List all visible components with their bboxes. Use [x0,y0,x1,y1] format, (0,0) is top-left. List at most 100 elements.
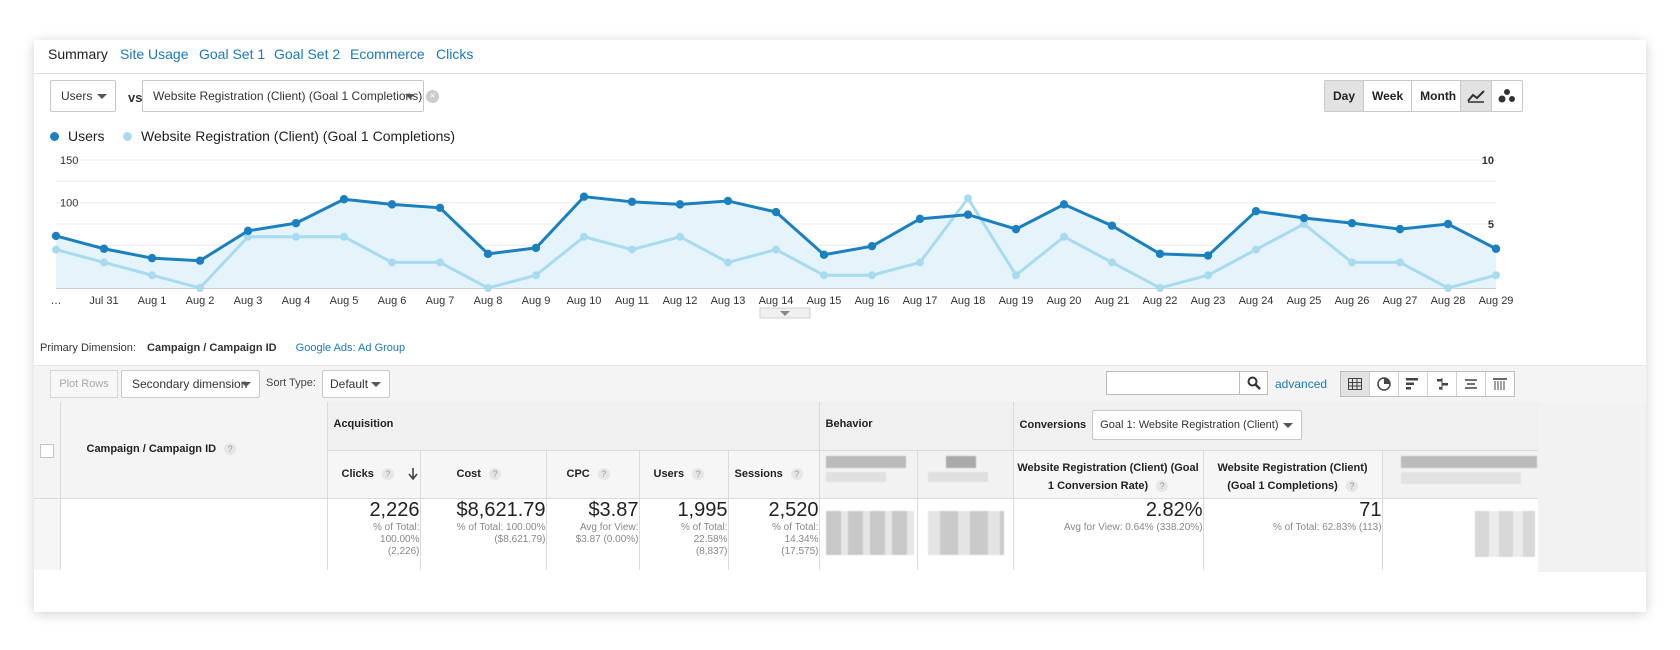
tab-clicks[interactable]: Clicks [436,46,473,62]
week-button[interactable]: Week [1364,81,1413,111]
cost-header-label: Cost [456,467,481,480]
pie-view-icon[interactable] [1370,372,1399,396]
plot-rows-button[interactable]: Plot Rows [50,370,118,398]
table-header-groups: Campaign / Campaign ID? Acquisition Beha… [34,402,1539,499]
goal-select[interactable]: Goal 1: Website Registration (Client) [1092,410,1303,440]
cost-header[interactable]: Cost? [420,450,547,499]
pivot-view-icon[interactable] [1486,372,1514,396]
users-point [387,200,397,209]
completions-header[interactable]: Website Registration (Client) (Goal 1 Co… [1203,450,1383,499]
clicks-total-value: 2,226 [369,498,420,521]
clicks-total-sub: (2,226) [387,545,420,557]
clicks-header[interactable]: Clicks? [327,450,421,499]
primary-dimension-alternate[interactable]: Google Ads: Ad Group [296,342,405,354]
performance-view-icon[interactable] [1399,372,1428,396]
table-view-icon[interactable] [1341,372,1370,396]
users-total-sub: % of Total: [680,521,728,533]
users-point [1155,249,1165,259]
help-icon[interactable]: ? [790,467,803,480]
registrations-point [1348,258,1356,267]
clear-metric-icon[interactable]: × [426,90,439,103]
sort-type-value: Default [330,377,369,391]
registrations-point [1012,271,1020,280]
behavior-header-1[interactable] [819,450,918,499]
registrations-point [916,258,924,267]
tab-goal-set-1[interactable]: Goal Set 1 [199,46,265,62]
month-button[interactable]: Month [1412,81,1465,111]
primary-metric-select[interactable]: Users [50,80,116,112]
term-cloud-view-icon[interactable] [1457,372,1486,396]
primary-dimension-current[interactable]: Campaign / Campaign ID [147,342,277,354]
search-icon[interactable] [1239,371,1268,395]
registrations-point [724,258,732,267]
legend-label-registrations: Website Registration (Client) (Goal 1 Co… [141,128,456,144]
users-total: 1,995 % of Total: 22.58% (8,837) [639,498,729,570]
secondary-dimension-select[interactable]: Secondary dimension [121,370,260,398]
x-tick-label: Aug 24 [1239,295,1274,307]
users-point [1347,218,1357,228]
users-point [1395,224,1405,234]
users-total-value: 1,995 [677,498,728,521]
conv-rate-header-label: Website Registration (Client) (Goal 1 Co… [1017,461,1199,492]
secondary-metric-select[interactable]: Website Registration (Client) (Goal 1 Co… [142,80,424,112]
select-all-checkbox[interactable] [40,444,54,458]
help-icon[interactable]: ? [692,467,705,480]
users-point [867,241,877,251]
help-icon[interactable]: ? [597,467,610,480]
cost-total-value: $8,621.79 [456,498,546,521]
redacted-value [927,510,1004,555]
x-tick-label: Aug 13 [711,295,746,307]
sort-type-select[interactable]: Default [322,370,390,398]
period-toggle: Day Week Month [1324,80,1466,112]
registrations-point [292,232,300,241]
x-tick-label: Aug 6 [378,295,407,307]
tab-summary[interactable]: Summary [48,46,108,62]
report-tabs: Summary Site Usage Goal Set 1 Goal Set 2… [34,40,1646,74]
x-tick-label: Aug 8 [474,295,503,307]
totals-row: 2,226 % of Total: 100.00% (2,226) $8,621… [34,498,1539,570]
advanced-filter-link[interactable]: advanced [1275,377,1327,391]
cpc-total-sub: $3.87 (0.00%) [575,533,639,545]
users-point [963,210,973,219]
registrations-point [868,271,876,280]
motion-chart-icon[interactable] [1492,81,1522,111]
line-chart-icon[interactable] [1461,81,1492,111]
sort-descending-icon[interactable] [408,467,418,480]
completions-total: 71 % of Total: 62.83% (113) [1203,498,1383,570]
tab-ecommerce[interactable]: Ecommerce [350,46,425,62]
registrations-point [1108,258,1116,267]
sessions-total-sub: (17,575) [781,545,819,557]
cpc-header[interactable]: CPC? [546,450,640,499]
help-icon[interactable]: ? [224,443,237,455]
dimension-header-cell: Campaign / Campaign ID? [60,402,328,499]
redacted-column-header[interactable] [1382,450,1539,499]
sessions-total: 2,520 % of Total: 14.34% (17,575) [728,498,820,570]
help-icon[interactable]: ? [1345,479,1358,492]
registrations-point [820,271,828,280]
secondary-dimension-label: Secondary dimension [132,377,248,391]
users-total-sub: 22.58% [693,533,728,545]
y-right-tick-label: 10 [1482,155,1494,167]
tab-site-usage[interactable]: Site Usage [120,46,188,62]
registrations-point [772,245,780,254]
help-icon[interactable]: ? [1156,479,1169,492]
sessions-header[interactable]: Sessions? [728,450,820,499]
registrations-point [1396,258,1404,267]
day-button[interactable]: Day [1325,81,1365,111]
help-icon[interactable]: ? [488,467,501,480]
cpc-total: $3.87 Avg for View: $3.87 (0.00%) [546,498,640,570]
clicks-total-sub: % of Total: [372,521,420,533]
tab-goal-set-2[interactable]: Goal Set 2 [274,46,340,62]
legend-label-users: Users [68,128,105,144]
conv-rate-header[interactable]: Website Registration (Client) (Goal 1 Co… [1013,450,1204,499]
secondary-metric-value: Website Registration (Client) (Goal 1 Co… [153,89,423,103]
dimension-header[interactable]: Campaign / Campaign ID [87,443,217,455]
users-header[interactable]: Users? [639,450,729,499]
redacted-column-value [1382,498,1539,570]
registrations-point [388,258,396,267]
comparison-view-icon[interactable] [1428,372,1457,396]
x-tick-label: Aug 10 [567,295,602,307]
help-icon[interactable]: ? [381,467,394,480]
behavior-header-2[interactable] [917,450,1014,499]
users-point [1059,200,1069,209]
